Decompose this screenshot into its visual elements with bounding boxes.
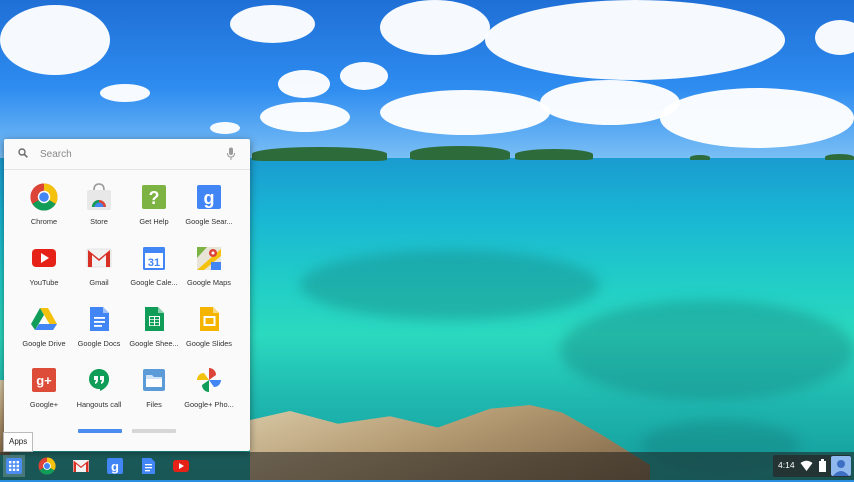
search-icon — [18, 148, 28, 158]
island — [410, 146, 510, 160]
cloud — [0, 5, 110, 75]
gmail-icon — [86, 248, 112, 268]
cloud — [380, 90, 550, 135]
shelf-chrome[interactable] — [36, 455, 58, 477]
google-maps-icon — [197, 247, 221, 270]
app-label: Hangouts call — [76, 400, 122, 409]
google-docs-icon — [90, 307, 109, 331]
cloud — [260, 102, 350, 132]
app-tile-store[interactable]: Store — [71, 179, 127, 237]
chrome-icon — [38, 457, 56, 475]
youtube-icon — [32, 249, 56, 267]
app-label: Gmail — [89, 278, 109, 287]
svg-text:31: 31 — [148, 257, 160, 269]
google-calendar-icon: 31 — [143, 247, 165, 270]
app-tile-get-help[interactable]: ? Get Help — [126, 179, 182, 237]
app-tile-chrome[interactable]: Chrome — [16, 179, 72, 237]
google-drive-icon — [31, 308, 57, 330]
status-tray[interactable]: 4:14 — [773, 455, 851, 477]
app-label: Google Maps — [187, 278, 231, 287]
reef — [300, 250, 600, 320]
launcher-search-bar — [4, 139, 250, 170]
google-photos-icon — [197, 368, 221, 392]
app-tile-google-maps[interactable]: Google Maps — [181, 240, 237, 298]
google-docs-icon — [142, 458, 155, 474]
google-search-icon: g — [197, 185, 221, 209]
app-label: Google Docs — [77, 339, 121, 348]
island — [690, 155, 710, 160]
app-tile-google-drive[interactable]: Google Drive — [16, 301, 72, 359]
page-indicator-1[interactable] — [78, 429, 122, 433]
app-tile-gmail[interactable]: Gmail — [71, 240, 127, 298]
app-tile-google-sheets[interactable]: Google Shee... — [126, 301, 182, 359]
cloud — [210, 122, 240, 134]
gmail-icon — [73, 460, 89, 472]
hangouts-icon — [89, 369, 109, 391]
svg-text:g+: g+ — [36, 373, 52, 388]
page-indicator-2[interactable] — [132, 429, 176, 433]
app-label: YouTube — [29, 278, 59, 287]
app-label: Google Slides — [185, 339, 232, 348]
battery-icon — [819, 459, 826, 472]
google-sheets-icon — [145, 307, 164, 331]
cloud — [230, 5, 315, 43]
app-tile-google-search[interactable]: g Google Sear... — [181, 179, 237, 237]
apps-launcher-icon — [6, 458, 22, 474]
island — [515, 149, 593, 160]
app-label: Google Cale... — [130, 278, 178, 287]
chrome-icon — [30, 183, 58, 211]
google-slides-icon — [200, 307, 219, 331]
microphone-icon[interactable] — [226, 147, 236, 161]
app-label: Google Shee... — [129, 339, 179, 348]
wifi-icon — [800, 460, 813, 471]
svg-text:g: g — [204, 188, 215, 208]
app-tile-files[interactable]: Files — [126, 362, 182, 420]
app-tile-hangouts[interactable]: Hangouts call — [71, 362, 127, 420]
avatar[interactable] — [831, 456, 851, 476]
app-tile-google-plus[interactable]: g+ Google+ — [16, 362, 72, 420]
app-label: Google Sear... — [185, 217, 233, 226]
app-tile-google-docs[interactable]: Google Docs — [71, 301, 127, 359]
cloud — [340, 62, 388, 90]
app-tile-google-calendar[interactable]: 31 Google Cale... — [126, 240, 182, 298]
apps-tooltip: Apps — [3, 432, 34, 452]
app-label: Google Drive — [22, 339, 66, 348]
app-tile-google-slides[interactable]: Google Slides — [181, 301, 237, 359]
google-search-icon: g — [107, 458, 123, 474]
cloud — [100, 84, 150, 102]
files-icon — [143, 369, 165, 391]
reef — [560, 300, 854, 400]
svg-text:?: ? — [149, 188, 160, 208]
shelf-google-search[interactable]: g — [104, 455, 126, 477]
get-help-icon: ? — [142, 185, 166, 209]
shelf-youtube[interactable] — [170, 455, 192, 477]
app-launcher: Chrome Store ? Get Help g Googl — [4, 139, 250, 451]
cloud — [485, 0, 785, 80]
cloud — [540, 80, 680, 125]
cloud — [660, 88, 854, 148]
app-label: Files — [146, 400, 162, 409]
user-avatar-icon — [833, 460, 849, 476]
google-plus-icon: g+ — [32, 368, 56, 392]
app-label: Store — [90, 217, 108, 226]
app-tile-google-photos[interactable]: Google+ Pho... — [181, 362, 237, 420]
app-label: Google+ Pho... — [184, 400, 234, 409]
app-label: Get Help — [139, 217, 169, 226]
cloud — [380, 0, 490, 55]
shelf-google-docs[interactable] — [137, 455, 159, 477]
search-input[interactable] — [40, 146, 210, 162]
app-tile-youtube[interactable]: YouTube — [16, 240, 72, 298]
island — [825, 154, 854, 160]
cloud — [278, 70, 330, 98]
youtube-icon — [173, 460, 189, 472]
store-icon — [87, 183, 111, 210]
island — [252, 147, 387, 161]
shelf-gmail[interactable] — [70, 455, 92, 477]
clock: 4:14 — [778, 460, 795, 470]
app-label: Google+ — [29, 400, 59, 409]
svg-text:g: g — [111, 459, 119, 474]
app-label: Chrome — [30, 217, 58, 226]
shelf: g — [0, 452, 854, 480]
shelf-apps-launcher[interactable] — [3, 455, 25, 477]
